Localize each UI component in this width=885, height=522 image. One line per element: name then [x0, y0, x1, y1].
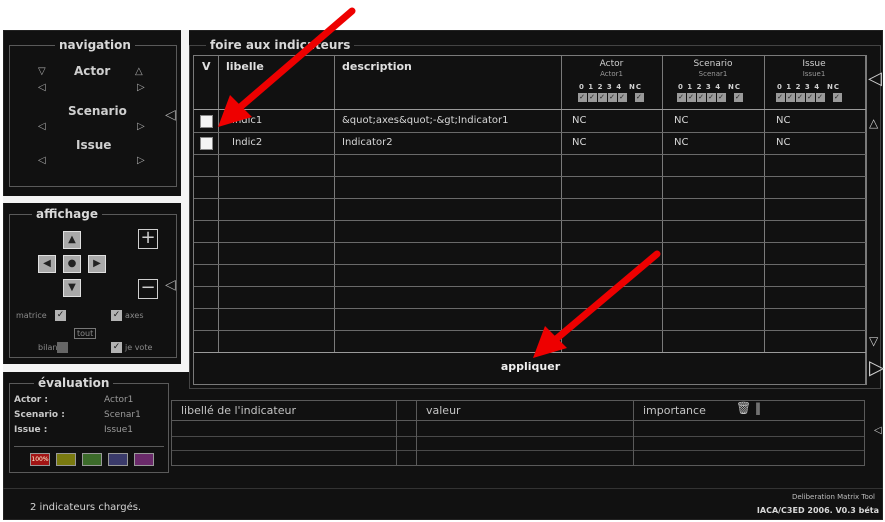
row-issue-value[interactable]: NC [776, 137, 790, 148]
move-down-button[interactable]: ▼ [63, 279, 81, 297]
color-scale-item[interactable] [108, 453, 128, 466]
row-actor-value[interactable]: NC [572, 137, 586, 148]
jevote-checkbox[interactable]: ✓ [111, 342, 122, 353]
col-sub-actor: Actor1 [600, 70, 623, 78]
separator [3, 196, 181, 203]
actor-scale-checks[interactable]: ✓ ✓ ✓ ✓ ✓ ✓ [578, 93, 645, 102]
separator [3, 364, 181, 372]
navigation-collapse-icon[interactable]: ◁ [165, 108, 176, 122]
app-credits: IACA/C3ED 2006. V0.3 béta [756, 506, 879, 515]
actor-down-icon[interactable]: ▽ [38, 67, 46, 77]
indicator-detail-table: libellé de l'indicateur valeur importanc… [171, 400, 865, 466]
row-scenario-value[interactable]: NC [674, 137, 688, 148]
scroll-up-icon[interactable]: △ [869, 116, 878, 130]
separator [181, 30, 189, 372]
col-header-actor: Actor [599, 59, 624, 69]
bilan-checkbox[interactable] [57, 342, 68, 353]
eval-issue-value: Issue1 [104, 425, 133, 435]
actor-scale: 0 1 2 3 4 NC [579, 83, 642, 91]
affichage-panel: affichage ▲ + ◀ ● ▶ ▼ − matrice ✓ ✓ axes… [9, 206, 177, 358]
col-header-issue: Issue [802, 59, 826, 69]
evaluation-title: évaluation [34, 375, 114, 391]
eval-scenario-value: Scenar1 [104, 410, 141, 420]
zoom-out-button[interactable]: − [138, 279, 158, 299]
row-description[interactable]: &quot;axes&quot;-&gt;Indicator1 [342, 115, 508, 126]
annotation-arrow-apply [533, 250, 661, 358]
color-scale-item[interactable] [134, 453, 154, 466]
axes-label: axes [125, 311, 144, 320]
axes-checkbox[interactable]: ✓ [111, 310, 122, 321]
scenario-prev-icon[interactable]: ◁ [38, 122, 46, 132]
color-scale-item[interactable] [82, 453, 102, 466]
matrice-label: matrice [16, 311, 47, 320]
detail-libelle-header: libellé de l'indicateur [181, 404, 296, 417]
affichage-collapse-icon[interactable]: ◁ [165, 278, 176, 292]
col-sub-issue: Issue1 [802, 70, 826, 78]
scenario-label: Scenario [68, 104, 127, 118]
eval-actor-value: Actor1 [104, 395, 134, 405]
slider-icon[interactable]: ‖ [755, 401, 761, 415]
issue-scale-checks[interactable]: ✓ ✓ ✓ ✓ ✓ ✓ [776, 93, 843, 102]
actor-prev-icon[interactable]: ◁ [38, 83, 46, 93]
issue-label: Issue [76, 138, 112, 152]
annotation-arrow-checkbox [218, 7, 356, 127]
issue-prev-icon[interactable]: ◁ [38, 156, 46, 166]
scenario-next-icon[interactable]: ▷ [137, 122, 145, 132]
scroll-down-icon[interactable]: ▽ [869, 334, 878, 348]
eval-actor-key: Actor : [14, 395, 48, 405]
bilan-label: bilan [38, 343, 58, 352]
color-scale-item[interactable] [56, 453, 76, 466]
affichage-title: affichage [32, 206, 102, 222]
row-issue-value[interactable]: NC [776, 115, 790, 126]
trash-icon[interactable]: 🗑 [736, 401, 751, 415]
eval-scenario-key: Scenario : [14, 410, 65, 420]
collapse-left-icon[interactable]: ◁ [868, 68, 882, 89]
navigation-title: navigation [55, 37, 135, 53]
app-name: Deliberation Matrix Tool [792, 493, 875, 501]
col-sub-scenario: Scenar1 [698, 70, 728, 78]
actor-next-icon[interactable]: ▷ [137, 83, 145, 93]
jevote-label: je vote [125, 343, 153, 352]
move-right-button[interactable]: ▶ [88, 255, 106, 273]
move-left-button[interactable]: ◀ [38, 255, 56, 273]
row-libelle[interactable]: Indic2 [232, 137, 262, 148]
eval-issue-key: Issue : [14, 425, 48, 435]
scenario-scale: 0 1 2 3 4 NC [678, 83, 741, 91]
scenario-scale-checks[interactable]: ✓ ✓ ✓ ✓ ✓ ✓ [677, 93, 744, 102]
issue-scale: 0 1 2 3 4 NC [777, 83, 840, 91]
detail-valeur-header: valeur [426, 404, 461, 417]
row-actor-value[interactable]: NC [572, 115, 586, 126]
col-header-scenario: Scenario [693, 59, 733, 69]
detail-expand-icon[interactable]: ◁ [874, 425, 882, 436]
navigation-panel: navigation ▽ Actor △ ◁ ▷ Scenario ◁ ▷ Is… [9, 37, 177, 187]
row-checkbox[interactable] [200, 137, 213, 150]
actor-label: Actor [74, 64, 111, 78]
detail-importance-header: importance [643, 404, 706, 417]
status-message: 2 indicateurs chargés. [30, 502, 142, 513]
expand-right-icon[interactable]: ▷ [869, 355, 884, 379]
center-button[interactable]: ● [63, 255, 81, 273]
color-scale-100[interactable]: 100% [30, 453, 50, 466]
matrice-checkbox[interactable]: ✓ [55, 310, 66, 321]
zoom-in-button[interactable]: + [138, 229, 158, 249]
move-up-button[interactable]: ▲ [63, 231, 81, 249]
app-window: navigation ▽ Actor △ ◁ ▷ Scenario ◁ ▷ Is… [0, 0, 885, 522]
row-description[interactable]: Indicator2 [342, 137, 393, 148]
row-scenario-value[interactable]: NC [674, 115, 688, 126]
actor-up-icon[interactable]: △ [135, 67, 143, 77]
issue-next-icon[interactable]: ▷ [137, 156, 145, 166]
tout-label[interactable]: tout [74, 328, 97, 339]
